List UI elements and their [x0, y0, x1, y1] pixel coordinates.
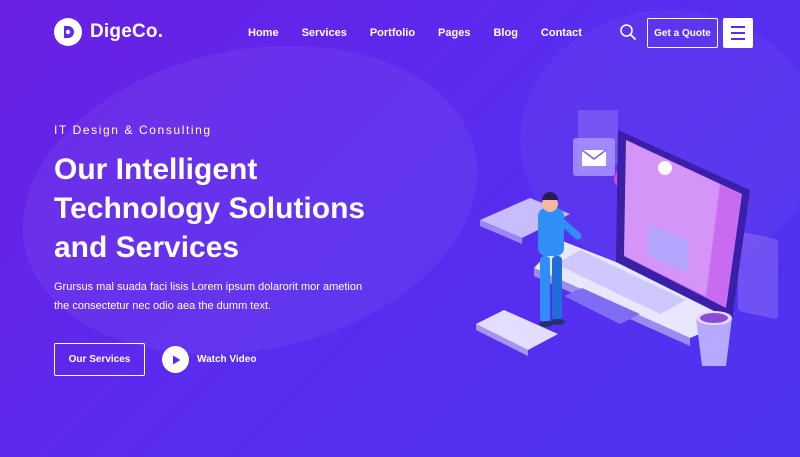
mail-icon — [573, 138, 615, 176]
hero-illustration — [476, 110, 778, 366]
nav-pages[interactable]: Pages — [438, 27, 470, 39]
nav-blog[interactable]: Blog — [493, 27, 517, 39]
bin-icon — [696, 311, 732, 366]
nav-portfolio[interactable]: Portfolio — [370, 27, 415, 39]
hamburger-icon[interactable] — [723, 18, 753, 48]
nav-contact[interactable]: Contact — [541, 27, 582, 39]
logo[interactable]: DigeCo. — [54, 18, 163, 46]
watch-video-button[interactable]: Watch Video — [162, 346, 256, 373]
watch-video-label: Watch Video — [197, 354, 257, 365]
main-nav: Home Services Portfolio Pages Blog Conta… — [248, 27, 582, 39]
hero-description-line: the consectetur nec odio aea the dumm te… — [54, 300, 272, 312]
site-header: DigeCo. Home Services Portfolio Pages Bl… — [0, 0, 800, 66]
hero-eyebrow: IT Design & Consulting — [54, 123, 212, 137]
hero-description-line: Grursus mal suada faci lisis Lorem ipsum… — [54, 281, 363, 293]
get-quote-button[interactable]: Get a Quote — [647, 18, 718, 48]
hero-title: Our Intelligent Technology Solutions and… — [54, 150, 454, 267]
logo-icon — [54, 18, 82, 46]
hero-title-line: and Services — [54, 231, 240, 264]
brand-name: DigeCo. — [90, 21, 164, 42]
search-icon[interactable] — [619, 23, 637, 41]
hero-title-line: Our Intelligent — [54, 153, 258, 186]
hero-description: Grursus mal suada faci lisis Lorem ipsum… — [54, 278, 384, 316]
play-icon — [162, 346, 189, 373]
our-services-button[interactable]: Our Services — [54, 343, 145, 376]
hero-title-line: Technology Solutions — [54, 192, 366, 225]
nav-home[interactable]: Home — [248, 27, 279, 39]
nav-services[interactable]: Services — [302, 27, 347, 39]
